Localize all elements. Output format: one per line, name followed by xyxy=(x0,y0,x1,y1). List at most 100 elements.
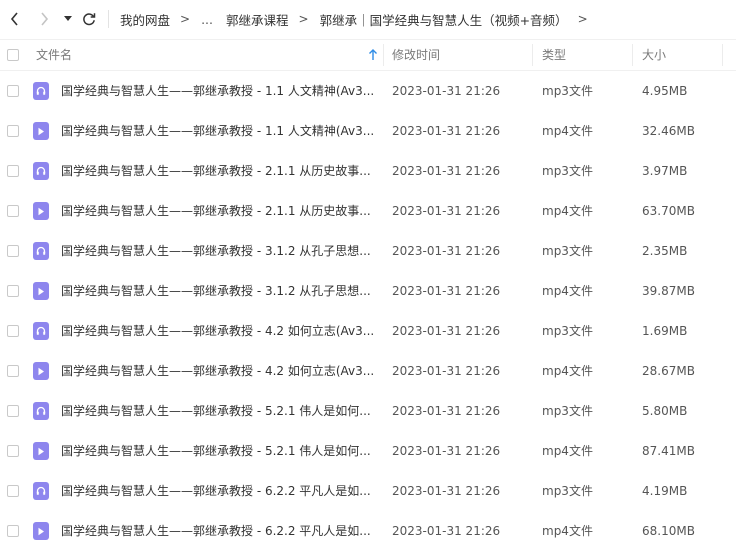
file-name[interactable]: 国学经典与智慧人生——郭继承教授 - 5.2.1 伟人是如何... xyxy=(61,391,371,431)
column-header-type[interactable]: 类型 xyxy=(542,40,566,70)
row-checkbox[interactable] xyxy=(7,485,19,497)
file-row[interactable]: 国学经典与智慧人生——郭继承教授 - 2.1.1 从历史故事... 2023-01… xyxy=(0,191,736,231)
file-name[interactable]: 国学经典与智慧人生——郭继承教授 - 6.2.2 平凡人是如... xyxy=(61,471,371,511)
headphones-icon xyxy=(33,242,49,260)
breadcrumb-current[interactable]: 郭继承｜国学经典与智慧人生（视频+音频） xyxy=(320,10,568,29)
row-checkbox[interactable] xyxy=(7,205,19,217)
row-checkbox[interactable] xyxy=(7,285,19,297)
file-type: mp4文件 xyxy=(542,524,593,538)
breadcrumb-separator: > xyxy=(180,12,191,26)
file-type: mp4文件 xyxy=(542,364,593,378)
file-row[interactable]: 国学经典与智慧人生——郭继承教授 - 4.2 如何立志(Av3... 2023-0… xyxy=(0,311,736,351)
column-header-name[interactable]: 文件名 xyxy=(36,40,72,70)
row-checkbox[interactable] xyxy=(7,365,19,377)
file-list: 国学经典与智慧人生——郭继承教授 - 1.1 人文精神(Av3... 2023-0… xyxy=(0,71,736,551)
file-type: mp4文件 xyxy=(542,204,593,218)
file-row[interactable]: 国学经典与智慧人生——郭继承教授 - 5.2.1 伟人是如何... 2023-01… xyxy=(0,431,736,471)
file-row[interactable]: 国学经典与智慧人生——郭继承教授 - 1.1 人文精神(Av3... 2023-0… xyxy=(0,111,736,151)
nav-divider xyxy=(108,10,109,28)
row-checkbox[interactable] xyxy=(7,525,19,537)
breadcrumb-separator: > xyxy=(298,12,309,26)
breadcrumb-ellipsis[interactable]: ... xyxy=(201,12,213,27)
column-divider[interactable] xyxy=(383,44,384,66)
file-modified-time: 2023-01-31 21:26 xyxy=(392,284,501,298)
file-name[interactable]: 国学经典与智慧人生——郭继承教授 - 2.1.1 从历史故事... xyxy=(61,191,371,231)
file-size: 3.97MB xyxy=(642,164,688,178)
file-name[interactable]: 国学经典与智慧人生——郭继承教授 - 1.1 人文精神(Av3... xyxy=(61,71,374,111)
file-modified-time: 2023-01-31 21:26 xyxy=(392,84,501,98)
file-modified-time: 2023-01-31 21:26 xyxy=(392,524,501,538)
file-modified-time: 2023-01-31 21:26 xyxy=(392,244,501,258)
file-size: 39.87MB xyxy=(642,284,695,298)
file-modified-time: 2023-01-31 21:26 xyxy=(392,364,501,378)
column-divider[interactable] xyxy=(722,44,723,66)
column-header-modified[interactable]: 修改时间 xyxy=(392,40,440,70)
file-size: 1.69MB xyxy=(642,324,688,338)
file-size: 68.10MB xyxy=(642,524,695,538)
file-row[interactable]: 国学经典与智慧人生——郭继承教授 - 1.1 人文精神(Av3... 2023-0… xyxy=(0,71,736,111)
back-button[interactable] xyxy=(4,8,26,30)
headphones-icon xyxy=(33,162,49,180)
file-row[interactable]: 国学经典与智慧人生——郭继承教授 - 4.2 如何立志(Av3... 2023-0… xyxy=(0,351,736,391)
file-type: mp3文件 xyxy=(542,244,593,258)
sort-ascending-icon[interactable] xyxy=(368,49,378,61)
file-name[interactable]: 国学经典与智慧人生——郭继承教授 - 3.1.2 从孔子思想... xyxy=(61,231,371,271)
file-modified-time: 2023-01-31 21:26 xyxy=(392,204,501,218)
file-type: mp3文件 xyxy=(542,404,593,418)
breadcrumb-root[interactable]: 我的网盘 xyxy=(120,10,170,29)
file-type: mp3文件 xyxy=(542,324,593,338)
row-checkbox[interactable] xyxy=(7,445,19,457)
file-type: mp3文件 xyxy=(542,84,593,98)
file-modified-time: 2023-01-31 21:26 xyxy=(392,444,501,458)
headphones-icon xyxy=(33,482,49,500)
file-size: 28.67MB xyxy=(642,364,695,378)
row-checkbox[interactable] xyxy=(7,85,19,97)
file-type: mp4文件 xyxy=(542,444,593,458)
row-checkbox[interactable] xyxy=(7,325,19,337)
file-size: 63.70MB xyxy=(642,204,695,218)
row-checkbox[interactable] xyxy=(7,125,19,137)
refresh-icon xyxy=(83,13,96,26)
file-name[interactable]: 国学经典与智慧人生——郭继承教授 - 1.1 人文精神(Av3... xyxy=(61,111,374,151)
row-checkbox[interactable] xyxy=(7,165,19,177)
play-icon xyxy=(33,522,49,540)
file-name[interactable]: 国学经典与智慧人生——郭继承教授 - 4.2 如何立志(Av3... xyxy=(61,311,374,351)
file-row[interactable]: 国学经典与智慧人生——郭继承教授 - 6.2.2 平凡人是如... 2023-01… xyxy=(0,471,736,511)
file-name[interactable]: 国学经典与智慧人生——郭继承教授 - 2.1.1 从历史故事... xyxy=(61,151,371,191)
breadcrumb-folder[interactable]: 郭继承课程 xyxy=(226,10,289,29)
column-divider[interactable] xyxy=(632,44,633,66)
file-type: mp4文件 xyxy=(542,124,593,138)
headphones-icon xyxy=(33,322,49,340)
file-modified-time: 2023-01-31 21:26 xyxy=(392,164,501,178)
file-modified-time: 2023-01-31 21:26 xyxy=(392,124,501,138)
headphones-icon xyxy=(33,82,49,100)
column-divider[interactable] xyxy=(532,44,533,66)
row-checkbox[interactable] xyxy=(7,245,19,257)
file-name[interactable]: 国学经典与智慧人生——郭继承教授 - 4.2 如何立志(Av3... xyxy=(61,351,374,391)
file-size: 87.41MB xyxy=(642,444,695,458)
file-row[interactable]: 国学经典与智慧人生——郭继承教授 - 3.1.2 从孔子思想... 2023-01… xyxy=(0,231,736,271)
row-checkbox[interactable] xyxy=(7,405,19,417)
file-name[interactable]: 国学经典与智慧人生——郭继承教授 - 5.2.1 伟人是如何... xyxy=(61,431,371,471)
play-icon xyxy=(33,202,49,220)
select-all-checkbox[interactable] xyxy=(7,49,19,61)
file-modified-time: 2023-01-31 21:26 xyxy=(392,404,501,418)
refresh-button[interactable] xyxy=(78,8,100,30)
breadcrumb-separator: > xyxy=(577,12,588,26)
play-icon xyxy=(33,442,49,460)
history-dropdown-button[interactable] xyxy=(58,8,78,30)
breadcrumb: 我的网盘 > ... 郭继承课程 > 郭继承｜国学经典与智慧人生（视频+音频） … xyxy=(120,10,599,28)
file-row[interactable]: 国学经典与智慧人生——郭继承教授 - 3.1.2 从孔子思想... 2023-01… xyxy=(0,271,736,311)
file-size: 4.95MB xyxy=(642,84,688,98)
file-type: mp3文件 xyxy=(542,164,593,178)
file-name[interactable]: 国学经典与智慧人生——郭继承教授 - 6.2.2 平凡人是如... xyxy=(61,511,371,551)
file-row[interactable]: 国学经典与智慧人生——郭继承教授 - 5.2.1 伟人是如何... 2023-01… xyxy=(0,391,736,431)
play-icon xyxy=(33,362,49,380)
file-size: 5.80MB xyxy=(642,404,688,418)
file-name[interactable]: 国学经典与智慧人生——郭继承教授 - 3.1.2 从孔子思想... xyxy=(61,271,371,311)
forward-button[interactable] xyxy=(33,8,55,30)
file-list-header: 文件名 修改时间 类型 大小 xyxy=(0,39,736,71)
column-header-size[interactable]: 大小 xyxy=(642,40,666,70)
file-row[interactable]: 国学经典与智慧人生——郭继承教授 - 6.2.2 平凡人是如... 2023-01… xyxy=(0,511,736,551)
file-row[interactable]: 国学经典与智慧人生——郭继承教授 - 2.1.1 从历史故事... 2023-01… xyxy=(0,151,736,191)
